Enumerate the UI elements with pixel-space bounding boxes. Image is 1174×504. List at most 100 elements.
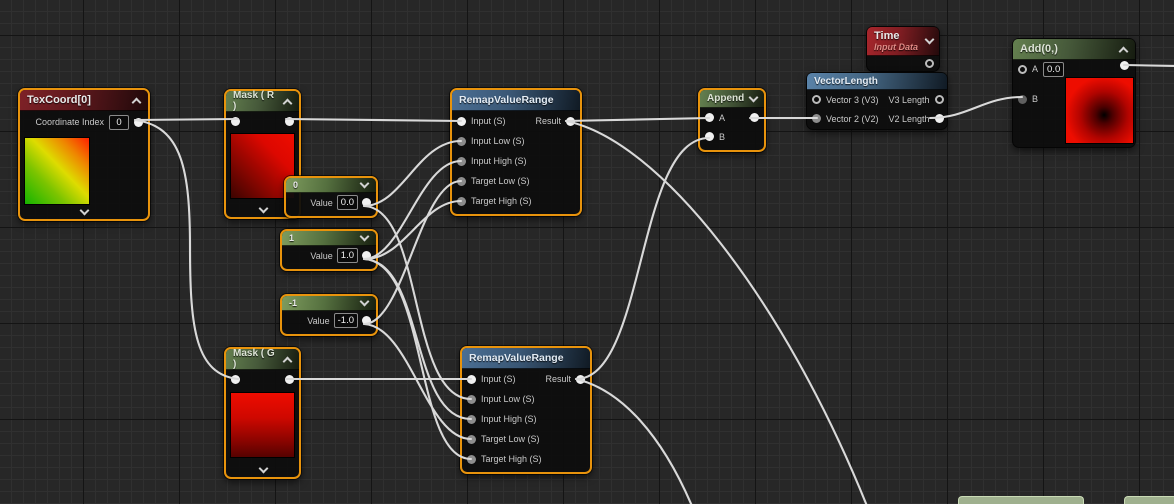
add-output-pin[interactable]	[1120, 61, 1129, 70]
node-vectorlength-title: VectorLength	[814, 76, 878, 87]
node-constant-neg1-header[interactable]: -1	[282, 296, 376, 311]
node-vectorlength-header[interactable]: VectorLength	[807, 73, 947, 90]
wire-remapbottom-result-offscreen-down	[576, 379, 692, 504]
remap-top-result-pin[interactable]	[566, 117, 575, 126]
remap-top-targethigh-pin[interactable]	[457, 197, 466, 206]
node-add[interactable]: Add(0,) A 0.0 B	[1012, 38, 1136, 148]
remap-bottom-result-pin[interactable]	[576, 375, 585, 384]
collapse-chevron-icon[interactable]	[359, 298, 369, 308]
time-output-pin[interactable]	[925, 59, 934, 68]
remap-top-input-pin[interactable]	[457, 117, 466, 126]
collapse-chevron-icon[interactable]	[282, 96, 292, 106]
offscreen-node-top-edge[interactable]	[1124, 496, 1174, 504]
add-b-pin[interactable]	[1018, 95, 1027, 104]
node-time[interactable]: Time Input Data	[866, 26, 940, 72]
node-constant-neg1[interactable]: -1 Value -1.0	[280, 294, 378, 336]
append-output-pin[interactable]	[750, 113, 759, 122]
remap-bottom-input-pin[interactable]	[467, 375, 476, 384]
collapse-chevron-icon[interactable]	[1118, 44, 1128, 54]
vectorlength-v3-input-label: Vector 3 (V3)	[826, 95, 879, 105]
collapse-chevron-icon[interactable]	[359, 180, 369, 190]
wire-maskr-to-remaptop-input	[286, 119, 461, 121]
add-a-label: A	[1032, 64, 1038, 74]
remap-bottom-targetlow-pin[interactable]	[467, 435, 476, 444]
offscreen-node-top-edge[interactable]	[958, 496, 1084, 504]
node-constant-0[interactable]: 0 Value 0.0	[284, 176, 378, 218]
add-a-value[interactable]: 0.0	[1043, 62, 1064, 77]
node-constant-0-header[interactable]: 0	[286, 178, 376, 193]
node-mask-g[interactable]: Mask ( G )	[224, 347, 301, 479]
node-time-header[interactable]: Time Input Data	[867, 27, 939, 56]
wire-const1-to-remaptop-inputhigh	[364, 161, 461, 259]
expand-chevron-icon[interactable]	[258, 205, 268, 215]
node-remapvaluerange-bottom[interactable]: RemapValueRange Input (S) Result Input L…	[460, 346, 592, 474]
node-add-header[interactable]: Add(0,)	[1013, 39, 1135, 60]
append-a-pin[interactable]	[705, 113, 714, 122]
node-remapvaluerange-top-header[interactable]: RemapValueRange	[452, 90, 580, 111]
wire-remaptop-result-to-append-a	[566, 118, 709, 121]
expand-chevron-icon[interactable]	[79, 207, 89, 217]
node-vectorlength[interactable]: VectorLength Vector 3 (V3) V3 Length Vec…	[806, 72, 948, 130]
node-append-header[interactable]: Append	[700, 90, 764, 108]
vectorlength-v3length-pin[interactable]	[935, 95, 944, 104]
node-append[interactable]: Append A B	[698, 88, 766, 152]
node-constant-neg1-title: -1	[289, 298, 297, 308]
remap-bottom-inputlow-pin[interactable]	[467, 395, 476, 404]
append-b-pin[interactable]	[705, 132, 714, 141]
node-remapvaluerange-bottom-header[interactable]: RemapValueRange	[462, 348, 590, 369]
mask-g-input-pin[interactable]	[231, 375, 240, 384]
texcoord-output-pin[interactable]	[134, 118, 143, 127]
constant-neg1-value[interactable]: -1.0	[334, 313, 358, 328]
remap-top-inputhigh-pin[interactable]	[457, 157, 466, 166]
node-texcoord-title: TexCoord[0]	[27, 94, 91, 106]
constant-1-value[interactable]: 1.0	[337, 248, 358, 263]
wire-const0-to-remaptop-inputlow	[364, 141, 461, 206]
node-mask-g-header[interactable]: Mask ( G )	[226, 349, 299, 370]
node-constant-0-title: 0	[293, 180, 298, 190]
node-remapvaluerange-top[interactable]: RemapValueRange Input (S) Result Input L…	[450, 88, 582, 216]
wire-const1-to-remapbottom-targethigh	[364, 259, 471, 459]
node-texcoord[interactable]: TexCoord[0] Coordinate Index 0	[18, 88, 150, 221]
vectorlength-v2-input-pin[interactable]	[812, 114, 821, 123]
material-graph-canvas[interactable]: TexCoord[0] Coordinate Index 0 Mask ( R …	[0, 0, 1174, 504]
collapse-chevron-icon[interactable]	[359, 233, 369, 243]
collapse-chevron-icon[interactable]	[748, 94, 758, 104]
mask-r-output-pin[interactable]	[285, 117, 294, 126]
node-mask-r-title: Mask ( R )	[233, 90, 278, 112]
collapse-chevron-icon[interactable]	[131, 95, 141, 105]
constant-1-output-pin[interactable]	[362, 251, 371, 260]
vectorlength-v2length-pin[interactable]	[935, 114, 944, 123]
constant-0-value[interactable]: 0.0	[337, 195, 358, 210]
remap-top-targethigh-label: Target High (S)	[471, 196, 532, 206]
remap-top-input-label: Input (S)	[471, 116, 506, 126]
append-a-label: A	[719, 113, 725, 123]
remap-top-inputlow-pin[interactable]	[457, 137, 466, 146]
vectorlength-v2-output-label: V2 Length	[889, 114, 930, 124]
add-b-label: B	[1032, 94, 1038, 104]
node-mask-r-header[interactable]: Mask ( R )	[226, 91, 299, 112]
constant-0-output-pin[interactable]	[362, 198, 371, 207]
wire-constneg1-to-remaptop-targetlow	[364, 181, 461, 324]
remap-bottom-inputhigh-label: Input High (S)	[481, 414, 537, 424]
vectorlength-v3-input-pin[interactable]	[812, 95, 821, 104]
collapse-chevron-icon[interactable]	[282, 354, 292, 364]
remap-bottom-targethigh-pin[interactable]	[467, 455, 476, 464]
collapse-chevron-icon[interactable]	[924, 36, 934, 46]
expand-chevron-icon[interactable]	[258, 465, 268, 475]
mask-g-output-pin[interactable]	[285, 375, 294, 384]
node-constant-1-header[interactable]: 1	[282, 231, 376, 246]
mask-g-preview	[230, 392, 295, 458]
remap-bottom-inputhigh-pin[interactable]	[467, 415, 476, 424]
value-label: Value	[310, 198, 332, 208]
wire-const0-to-remapbottom-inputlow	[364, 206, 471, 399]
node-constant-1[interactable]: 1 Value 1.0	[280, 229, 378, 271]
mask-r-input-pin[interactable]	[231, 117, 240, 126]
coordinate-index-value[interactable]: 0	[109, 115, 129, 130]
constant-neg1-output-pin[interactable]	[362, 316, 371, 325]
add-a-pin[interactable]	[1018, 65, 1027, 74]
node-texcoord-header[interactable]: TexCoord[0]	[20, 90, 148, 111]
node-append-title: Append	[707, 93, 744, 104]
remap-top-targetlow-pin[interactable]	[457, 177, 466, 186]
wire-constneg1-to-remapbottom-targetlow	[364, 324, 471, 439]
node-remapvaluerange-bottom-title: RemapValueRange	[469, 352, 564, 364]
